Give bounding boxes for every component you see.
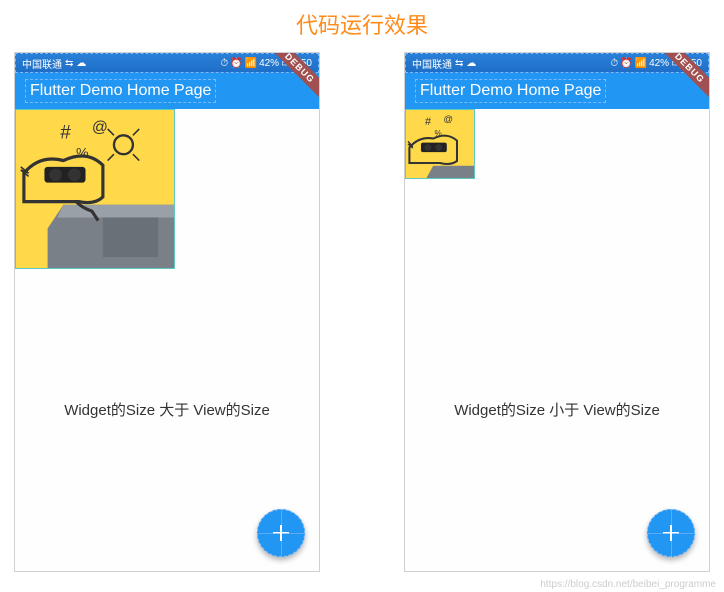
caption-text: Widget的Size 小于 View的Size [405, 399, 709, 420]
cloud-icon: ☁ [466, 58, 476, 69]
fab-guide-h [647, 533, 695, 534]
dino-image: # @ % [406, 110, 474, 178]
alarm-icon: ⏱ [610, 58, 618, 69]
wifi-icon: ⇆ [455, 58, 463, 69]
watermark-text: https://blog.csdn.net/beibei_programme [540, 579, 716, 590]
app-bar: Flutter Demo Home Page [15, 73, 319, 109]
body-area: # @ % Widget的Size 小于 View的Size [405, 109, 709, 571]
app-bar: Flutter Demo Home Page [405, 73, 709, 109]
cloud-icon: ☁ [76, 58, 86, 69]
svg-text:@: @ [92, 119, 108, 136]
fab-guide-v [671, 509, 672, 557]
signal-icon: 📶 [245, 58, 257, 69]
appbar-title: Flutter Demo Home Page [415, 79, 606, 103]
fab-button[interactable] [647, 509, 695, 557]
clock-icon: ⏰ [620, 58, 632, 69]
caption-text: Widget的Size 大于 View的Size [15, 399, 319, 420]
phone-right: 中国联通 ⇆ ☁ ⏱ ⏰ 📶 42% ▭ 6:50 Flutter Demo H… [404, 52, 710, 572]
widget-container: # @ % [405, 109, 475, 179]
appbar-title: Flutter Demo Home Page [25, 79, 216, 103]
svg-text:#: # [425, 116, 431, 128]
battery-text: 42% [649, 58, 669, 69]
fab-button[interactable] [257, 509, 305, 557]
clock-icon: ⏰ [230, 58, 242, 69]
fab-guide-h [257, 533, 305, 534]
page-title: 代码运行效果 [0, 0, 724, 52]
body-area: # @ % [15, 109, 319, 571]
screens-container: 中国联通 ⇆ ☁ ⏱ ⏰ 📶 42% ▭ 6:50 Flutter Demo H… [0, 52, 724, 572]
carrier-text: 中国联通 [412, 56, 452, 71]
status-bar: 中国联通 ⇆ ☁ ⏱ ⏰ 📶 42% ▭ 6:50 [405, 53, 709, 73]
signal-icon: 📶 [635, 58, 647, 69]
carrier-text: 中国联通 [22, 56, 62, 71]
phone-left: 中国联通 ⇆ ☁ ⏱ ⏰ 📶 42% ▭ 6:50 Flutter Demo H… [14, 52, 320, 572]
wifi-icon: ⇆ [65, 58, 73, 69]
status-bar: 中国联通 ⇆ ☁ ⏱ ⏰ 📶 42% ▭ 6:50 [15, 53, 319, 73]
alarm-icon: ⏱ [220, 58, 228, 69]
battery-text: 42% [259, 58, 279, 69]
svg-text:#: # [60, 122, 71, 143]
fab-guide-v [281, 509, 282, 557]
widget-container: # @ % [15, 109, 175, 269]
svg-text:@: @ [443, 114, 453, 125]
dino-image: # @ % [16, 110, 174, 268]
